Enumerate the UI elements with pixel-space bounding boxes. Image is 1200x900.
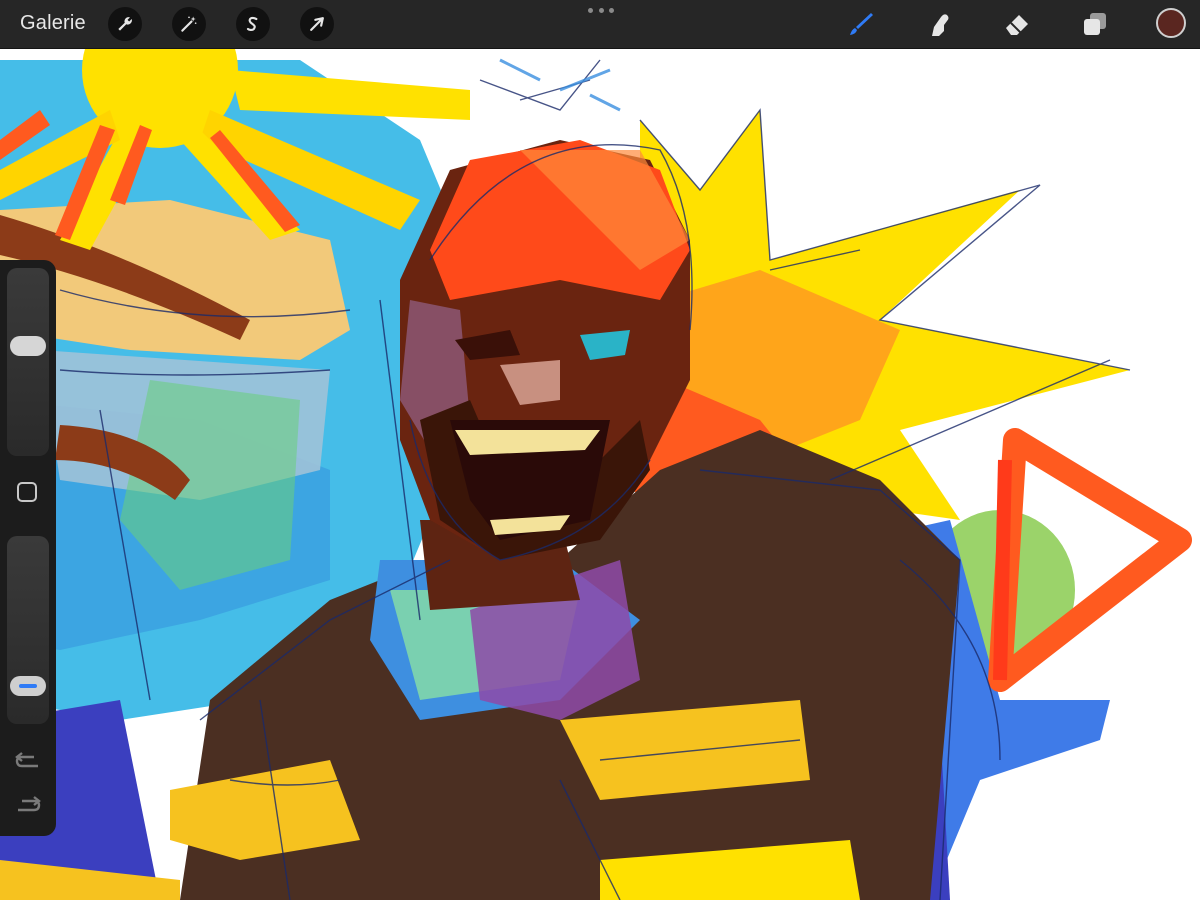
modify-button[interactable]: [17, 482, 37, 502]
selection-button[interactable]: [236, 7, 270, 41]
adjustments-button[interactable]: [172, 7, 206, 41]
brush-size-thumb[interactable]: [10, 336, 46, 356]
brush-button[interactable]: [844, 8, 878, 40]
brush-opacity-slider[interactable]: [7, 536, 49, 724]
eraser-icon: [1006, 15, 1028, 35]
actions-button[interactable]: [108, 7, 142, 41]
opacity-active-indicator: [19, 684, 37, 688]
selection-s-icon: [246, 16, 258, 32]
smudge-finger-icon: [932, 14, 949, 37]
toolbar-handle-icon[interactable]: [588, 8, 614, 16]
magic-wand-icon: [181, 16, 197, 32]
wrench-icon: [118, 17, 132, 31]
gallery-button[interactable]: Galerie: [20, 12, 86, 35]
layers-icon: [1084, 13, 1106, 35]
drawing-canvas[interactable]: [0, 0, 1200, 900]
eraser-button[interactable]: [1000, 8, 1034, 40]
undo-button[interactable]: [14, 750, 42, 774]
brush-size-slider[interactable]: [7, 268, 49, 456]
artwork: [0, 0, 1200, 900]
top-toolbar: Galerie: [0, 0, 1200, 49]
layers-button[interactable]: [1078, 8, 1112, 40]
brush-icon: [850, 13, 873, 35]
smudge-button[interactable]: [922, 8, 956, 40]
redo-arrow-icon: [18, 796, 41, 812]
redo-button[interactable]: [14, 794, 42, 818]
left-sidebar: [0, 260, 56, 836]
brush-opacity-thumb[interactable]: [10, 676, 46, 696]
arrow-cursor-icon: [310, 17, 324, 31]
color-picker-button[interactable]: [1156, 8, 1186, 38]
transform-button[interactable]: [300, 7, 334, 41]
undo-arrow-icon: [15, 752, 38, 768]
